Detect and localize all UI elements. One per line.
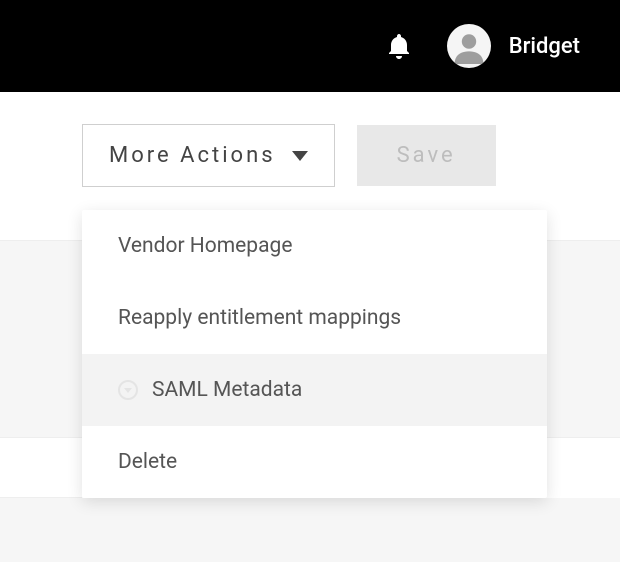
- more-actions-button[interactable]: More Actions: [82, 124, 335, 187]
- dropdown-item-label: Vendor Homepage: [118, 234, 292, 258]
- dropdown-item-saml-metadata[interactable]: SAML Metadata: [82, 354, 547, 426]
- toolbar: More Actions Save: [0, 92, 620, 187]
- dropdown-item-delete[interactable]: Delete: [82, 426, 547, 498]
- more-actions-dropdown: Vendor Homepage Reapply entitlement mapp…: [82, 210, 547, 498]
- content-background-lower: [0, 498, 620, 562]
- avatar: [447, 24, 491, 68]
- dropdown-item-label: SAML Metadata: [152, 378, 302, 402]
- username: Bridget: [509, 34, 580, 59]
- content-strip: [0, 438, 82, 498]
- more-actions-label: More Actions: [109, 143, 276, 168]
- user-menu[interactable]: Bridget: [447, 24, 580, 68]
- save-button: Save: [357, 125, 496, 186]
- caret-down-icon: [292, 151, 308, 161]
- dropdown-item-vendor-homepage[interactable]: Vendor Homepage: [82, 210, 547, 282]
- dropdown-item-reapply-entitlements[interactable]: Reapply entitlement mappings: [82, 282, 547, 354]
- download-icon: [118, 380, 138, 400]
- topbar: Bridget: [0, 0, 620, 92]
- save-label: Save: [397, 143, 456, 168]
- dropdown-item-label: Reapply entitlement mappings: [118, 306, 401, 330]
- bell-icon[interactable]: [387, 32, 411, 60]
- dropdown-item-label: Delete: [118, 450, 177, 474]
